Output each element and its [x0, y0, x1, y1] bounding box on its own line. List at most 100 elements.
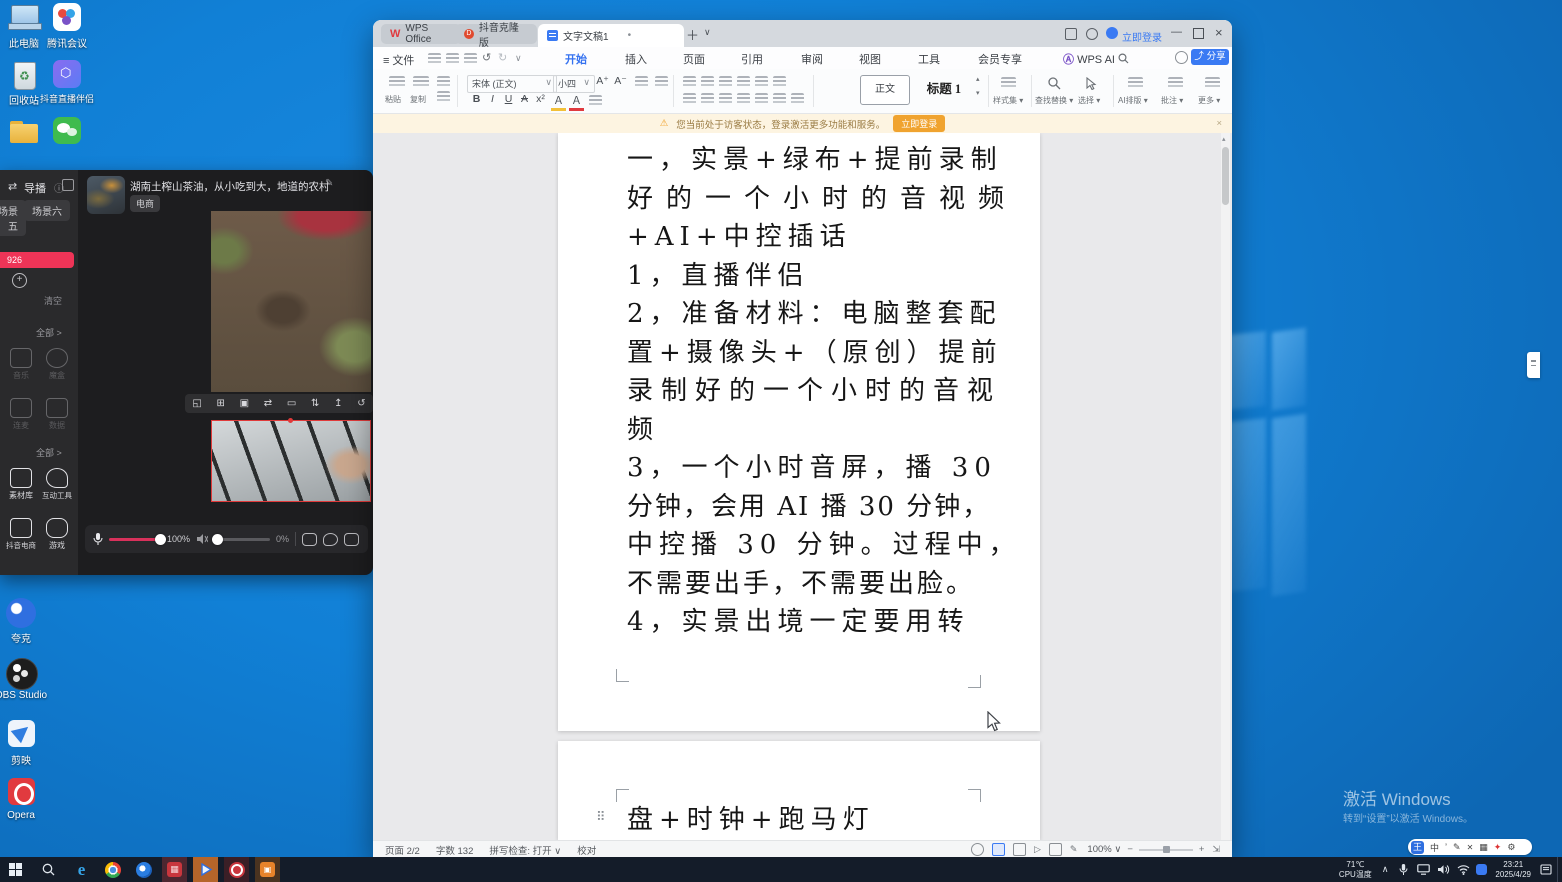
- align-center-icon[interactable]: [701, 93, 714, 105]
- ime-settings-icon[interactable]: ⚙: [1507, 842, 1515, 853]
- sort-icon[interactable]: [755, 76, 768, 88]
- save-icon[interactable]: [428, 53, 441, 65]
- desktop-icon-jianying[interactable]: 剪映: [0, 720, 50, 767]
- italic-button[interactable]: I: [485, 93, 500, 105]
- notice-close-icon[interactable]: ×: [1216, 118, 1222, 129]
- underline-button[interactable]: U: [501, 93, 516, 105]
- ime-logo[interactable]: 王: [1411, 841, 1424, 854]
- live-badge-bar[interactable]: 926: [0, 252, 74, 268]
- paragraph-drag-handle[interactable]: ⠿: [596, 809, 606, 825]
- tab-wps-home[interactable]: W WPS Office: [381, 24, 461, 44]
- menu-file[interactable]: ≡文件: [383, 52, 414, 68]
- undo-icon[interactable]: ↺: [482, 51, 491, 64]
- scene-tab-5[interactable]: 场景五: [0, 200, 26, 236]
- char-shading-icon[interactable]: [589, 95, 602, 107]
- align-right-icon[interactable]: [719, 93, 732, 105]
- notice-login-button[interactable]: 立即登录: [893, 115, 945, 132]
- copy-icon[interactable]: [413, 76, 429, 91]
- fit-page-icon[interactable]: ⇲: [1212, 844, 1220, 855]
- desktop-icon-wechat[interactable]: [38, 117, 96, 147]
- zoom-in-button[interactable]: +: [1199, 844, 1205, 855]
- video-preview-main[interactable]: [211, 211, 371, 392]
- tray-network-icon[interactable]: [1456, 864, 1470, 875]
- more-commands-icon[interactable]: ∨: [515, 53, 522, 64]
- scrollbar-thumb[interactable]: [1222, 147, 1229, 205]
- add-scene-button[interactable]: +: [12, 273, 27, 288]
- speaker-muted-icon[interactable]: [196, 533, 208, 545]
- tray-mic-icon[interactable]: [1396, 864, 1410, 876]
- share-button[interactable]: ⤴ 分享: [1191, 49, 1229, 65]
- desktop-icon-opera[interactable]: Opera: [0, 778, 50, 821]
- status-proof[interactable]: 校对: [577, 843, 596, 857]
- document-area[interactable]: 一，实景+绿布+提前录制 好的一个小时的音视频 +AI+中控插话 1，直播伴侣 …: [373, 133, 1232, 840]
- maximize-button[interactable]: [1193, 28, 1204, 39]
- zoom-slider-knob[interactable]: [1163, 846, 1170, 853]
- screen-share-icon[interactable]: [344, 533, 359, 546]
- font-size-up[interactable]: A⁺: [595, 75, 610, 87]
- fullscreen-icon[interactable]: ◱: [192, 398, 201, 409]
- source-douyin-shop[interactable]: 抖音电商: [6, 518, 36, 551]
- font-size-down[interactable]: A⁻: [613, 75, 628, 87]
- taskbar-app-orange-icon[interactable]: ▣: [255, 857, 280, 882]
- zoom-out-button[interactable]: −: [1127, 844, 1133, 855]
- select-icon[interactable]: [1085, 77, 1097, 90]
- edit-mode-icon[interactable]: ✎: [1070, 844, 1078, 855]
- edit-title-icon[interactable]: ✎: [325, 178, 333, 189]
- justify-icon[interactable]: [737, 93, 750, 105]
- source-interactive-tools[interactable]: 互动工具: [42, 468, 72, 501]
- start-button[interactable]: [3, 857, 28, 882]
- ai-layout-icon[interactable]: [1128, 77, 1143, 91]
- flip-horizontal-icon[interactable]: ⇄: [264, 398, 272, 409]
- tab-document-1[interactable]: 文字文稿1 •: [538, 24, 684, 47]
- reset-icon[interactable]: ↺: [357, 398, 365, 409]
- find-replace-icon[interactable]: [1048, 77, 1061, 90]
- close-button[interactable]: ×: [1215, 25, 1223, 40]
- export-icon[interactable]: [464, 53, 477, 65]
- cut-icon[interactable]: [437, 91, 450, 103]
- redo-icon[interactable]: ↻: [498, 51, 507, 64]
- status-words[interactable]: 字数 132: [436, 843, 474, 857]
- page-view-icon[interactable]: [992, 843, 1005, 856]
- menu-insert[interactable]: 插入: [625, 51, 647, 67]
- paragraph-mark-icon[interactable]: [773, 76, 786, 88]
- source-mic-link[interactable]: 连麦: [6, 398, 36, 431]
- align-left-icon[interactable]: [683, 93, 696, 105]
- style-gallery-up[interactable]: ▴: [976, 75, 980, 83]
- ime-keyboard-icon[interactable]: ▦: [1479, 842, 1488, 853]
- comment-icon[interactable]: [1168, 77, 1183, 91]
- ime-skin-icon[interactable]: ✦: [1494, 842, 1502, 853]
- help-icon[interactable]: [1086, 28, 1098, 40]
- font-size-select[interactable]: 小四∨: [553, 75, 595, 93]
- paste-icon[interactable]: [389, 76, 405, 91]
- taskbar-obs-icon[interactable]: [224, 857, 249, 882]
- taskbar-chrome-icon[interactable]: [100, 857, 125, 882]
- menu-wps-ai[interactable]: Ⓐ WPS AI: [1063, 51, 1115, 67]
- more-tools-icon[interactable]: [1205, 77, 1220, 91]
- chat-icon[interactable]: [323, 533, 338, 546]
- shading-icon[interactable]: [773, 93, 786, 105]
- tray-cpu-temp[interactable]: 71℃ CPU温度: [1339, 860, 1372, 878]
- tray-notification-icon[interactable]: [1539, 864, 1553, 875]
- highlight-button[interactable]: Ａ: [551, 93, 566, 111]
- style-set-icon[interactable]: [1001, 77, 1016, 91]
- selection-handle[interactable]: [288, 418, 293, 423]
- scene-tab-6[interactable]: 场景六: [24, 200, 70, 221]
- show-desktop-button[interactable]: [1557, 857, 1562, 882]
- style-gallery-down[interactable]: ▾: [976, 89, 980, 97]
- fit-icon[interactable]: ⊞: [217, 398, 225, 409]
- tab-list-button[interactable]: ∨: [704, 27, 711, 38]
- ime-handwrite-icon[interactable]: ✎: [1453, 842, 1461, 853]
- ime-symbols-icon[interactable]: ✕: [1467, 843, 1474, 852]
- restore-layout-icon[interactable]: [1065, 28, 1077, 40]
- source-music[interactable]: 音乐: [6, 348, 36, 381]
- zoom-slider[interactable]: [1139, 849, 1193, 851]
- source-data[interactable]: 数据: [42, 398, 72, 431]
- document-page-1[interactable]: 一，实景+绿布+提前录制 好的一个小时的音视频 +AI+中控插话 1，直播伴侣 …: [558, 133, 1040, 731]
- sources-group1[interactable]: 全部 >: [36, 326, 62, 339]
- menu-page[interactable]: 页面: [683, 51, 705, 67]
- flip-vertical-icon[interactable]: ⇅: [311, 398, 319, 409]
- tab-douyin-clone[interactable]: D 抖音克隆版: [455, 24, 537, 44]
- desktop-icon-quark[interactable]: 夸克: [0, 598, 50, 645]
- upload-icon[interactable]: ↥: [334, 398, 342, 409]
- ime-punctuation[interactable]: ’: [1445, 842, 1447, 852]
